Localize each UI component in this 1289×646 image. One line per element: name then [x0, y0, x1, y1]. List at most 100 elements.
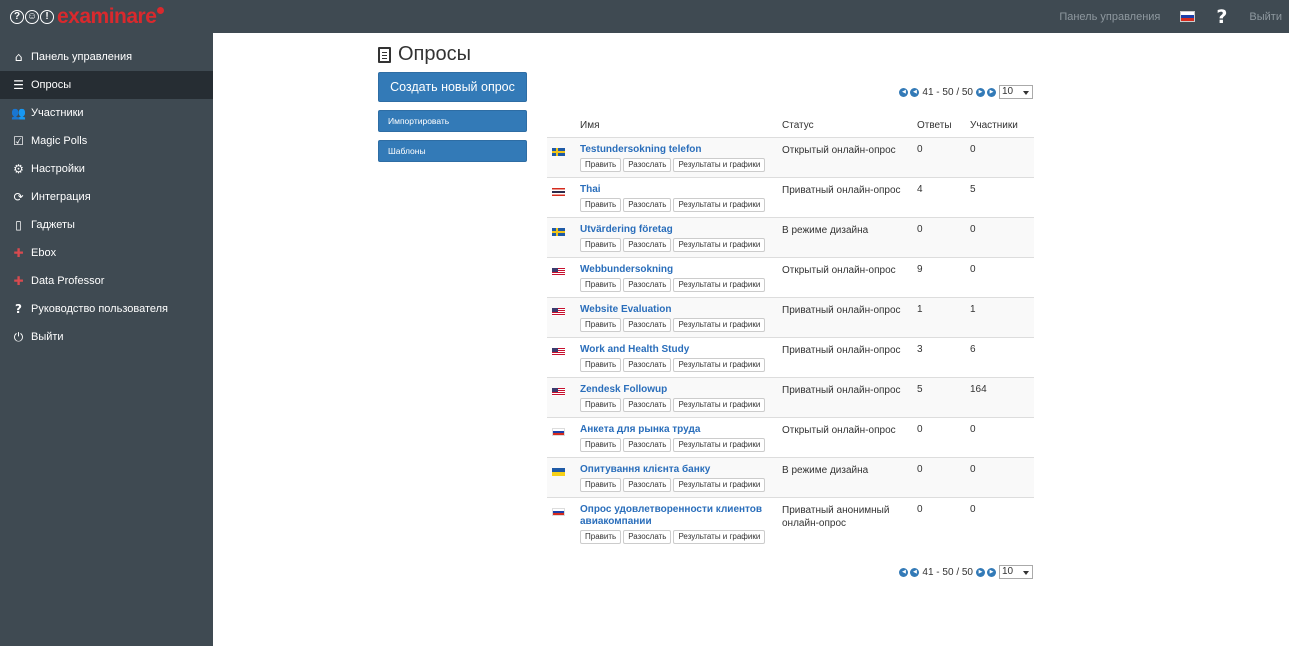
per-page-select[interactable]: 10: [999, 85, 1033, 99]
edit-button[interactable]: Править: [580, 318, 622, 332]
templates-button[interactable]: Шаблоны: [378, 140, 527, 162]
send-button[interactable]: Разослать: [623, 238, 672, 252]
create-survey-button[interactable]: Создать новый опрос: [378, 72, 527, 102]
results-button[interactable]: Результаты и графики: [673, 278, 766, 292]
top-dashboard-link[interactable]: Панель управления: [1059, 11, 1160, 23]
send-button[interactable]: Разослать: [623, 198, 672, 212]
last-page-icon[interactable]: ▶: [987, 87, 996, 97]
results-button[interactable]: Результаты и графики: [673, 158, 766, 172]
edit-button[interactable]: Править: [580, 358, 622, 372]
sidebar-item-gadgets[interactable]: ▯ Гаджеты: [0, 211, 213, 239]
results-button[interactable]: Результаты и графики: [673, 398, 766, 412]
edit-button[interactable]: Править: [580, 530, 622, 544]
name-cell: Анкета для рынка труда Править Разослать Ре…: [580, 418, 782, 457]
edit-button[interactable]: Править: [580, 238, 622, 252]
gift-icon: ✚: [13, 274, 24, 288]
status-cell: Приватный онлайн-опрос: [782, 185, 901, 196]
send-button[interactable]: Разослать: [623, 358, 672, 372]
edit-button[interactable]: Править: [580, 198, 622, 212]
first-page-icon[interactable]: ◀: [899, 87, 909, 97]
last-page-icon[interactable]: ▶: [987, 567, 996, 577]
pager-range: 41 - 50 / 50: [922, 566, 973, 578]
sidebar-item-label: Ebox: [31, 247, 57, 259]
participants-cell[interactable]: 164: [970, 378, 1034, 417]
survey-name-link[interactable]: Thai: [580, 184, 782, 196]
sidebar-item-participants[interactable]: 👥 Участники: [0, 99, 213, 127]
send-button[interactable]: Разослать: [623, 278, 672, 292]
help-question-icon[interactable]: ?: [1216, 6, 1227, 28]
header-name: Имя: [580, 120, 600, 131]
survey-name-link[interactable]: Анкета для рынка труда: [580, 424, 782, 436]
row-actions: Править Разослать Результаты и графики: [580, 158, 782, 172]
sidebar-item-label: Выйти: [31, 331, 64, 343]
send-button[interactable]: Разослать: [623, 318, 672, 332]
next-page-icon[interactable]: ▶: [976, 87, 985, 97]
results-button[interactable]: Результаты и графики: [673, 530, 766, 544]
results-button[interactable]: Результаты и графики: [673, 238, 766, 252]
results-button[interactable]: Результаты и графики: [673, 198, 766, 212]
table-row: Website Evaluation Править Разослать Резуль…: [547, 298, 1034, 338]
usa-flag-icon: [552, 308, 565, 316]
answers-cell[interactable]: 4: [917, 178, 970, 217]
per-page-select[interactable]: 10: [999, 565, 1033, 579]
results-button[interactable]: Результаты и графики: [673, 358, 766, 372]
sidebar-item-surveys[interactable]: ☰ Опросы: [0, 71, 213, 99]
answers-cell: 0: [917, 224, 923, 235]
send-button[interactable]: Разослать: [623, 438, 672, 452]
prev-page-icon[interactable]: ◀: [910, 87, 920, 97]
row-actions: Править Разослать Результаты и графики: [580, 198, 782, 212]
import-button[interactable]: Импортировать: [378, 110, 527, 132]
first-page-icon[interactable]: ◀: [899, 567, 909, 577]
participants-cell[interactable]: 1: [970, 298, 1034, 337]
participants-cell[interactable]: 5: [970, 178, 1034, 217]
survey-name-link[interactable]: Webbundersokning: [580, 264, 782, 276]
power-icon: ⏻: [13, 330, 24, 344]
results-button[interactable]: Результаты и графики: [673, 478, 766, 492]
usa-flag-icon: [552, 268, 565, 276]
answers-cell[interactable]: 5: [917, 378, 970, 417]
sidebar-item-logout[interactable]: ⏻ Выйти: [0, 323, 213, 351]
survey-name-link[interactable]: Testundersokning telefon: [580, 144, 782, 156]
sidebar-item-magic-polls[interactable]: ☑ Magic Polls: [0, 127, 213, 155]
survey-name-link[interactable]: Utvärdering företag: [580, 224, 782, 236]
edit-button[interactable]: Править: [580, 478, 622, 492]
examinare-logo[interactable]: ? ☺ ! examinare: [10, 5, 165, 29]
flag-cell: [547, 338, 580, 377]
send-button[interactable]: Разослать: [623, 398, 672, 412]
top-logout-link[interactable]: Выйти: [1249, 11, 1282, 23]
edit-button[interactable]: Править: [580, 398, 622, 412]
answers-cell[interactable]: 9: [917, 258, 970, 297]
russian-flag-icon[interactable]: [1180, 11, 1196, 22]
send-button[interactable]: Разослать: [623, 158, 672, 172]
status-cell: Открытый онлайн-опрос: [782, 425, 896, 436]
sidebar-item-dashboard[interactable]: ⌂ Панель управления: [0, 43, 213, 71]
survey-name-link[interactable]: Website Evaluation: [580, 304, 782, 316]
edit-button[interactable]: Править: [580, 278, 622, 292]
answers-cell[interactable]: 1: [917, 298, 970, 337]
survey-name-link[interactable]: Zendesk Followup: [580, 384, 782, 396]
participants-cell[interactable]: 6: [970, 338, 1034, 377]
table-row: Опрос удовлетворенности клиентов авиаком…: [547, 498, 1034, 551]
results-button[interactable]: Результаты и графики: [673, 318, 766, 332]
survey-name-link[interactable]: Опитування клієнта банку: [580, 464, 782, 476]
results-button[interactable]: Результаты и графики: [673, 438, 766, 452]
sidebar-item-integration[interactable]: ⟳ Интеграция: [0, 183, 213, 211]
edit-button[interactable]: Править: [580, 438, 622, 452]
sidebar-item-data-professor[interactable]: ✚ Data Professor: [0, 267, 213, 295]
name-cell: Utvärdering företag Править Разослать Резул…: [580, 218, 782, 257]
row-actions: Править Разослать Результаты и графики: [580, 398, 782, 412]
survey-name-link[interactable]: Work and Health Study: [580, 344, 782, 356]
next-page-icon[interactable]: ▶: [976, 567, 985, 577]
answers-cell[interactable]: 3: [917, 338, 970, 377]
header-participants: Участники: [970, 120, 1018, 131]
table-row: Utvärdering företag Править Разослать Резул…: [547, 218, 1034, 258]
prev-page-icon[interactable]: ◀: [910, 567, 920, 577]
sidebar-item-user-guide[interactable]: ? Руководство пользователя: [0, 295, 213, 323]
edit-button[interactable]: Править: [580, 158, 622, 172]
send-button[interactable]: Разослать: [623, 530, 672, 544]
survey-name-link[interactable]: Опрос удовлетворенности клиентов авиаком…: [580, 504, 782, 528]
sidebar-item-settings[interactable]: ⚙ Настройки: [0, 155, 213, 183]
send-button[interactable]: Разослать: [623, 478, 672, 492]
sidebar-item-ebox[interactable]: ✚ Ebox: [0, 239, 213, 267]
flag-cell: [547, 138, 580, 177]
